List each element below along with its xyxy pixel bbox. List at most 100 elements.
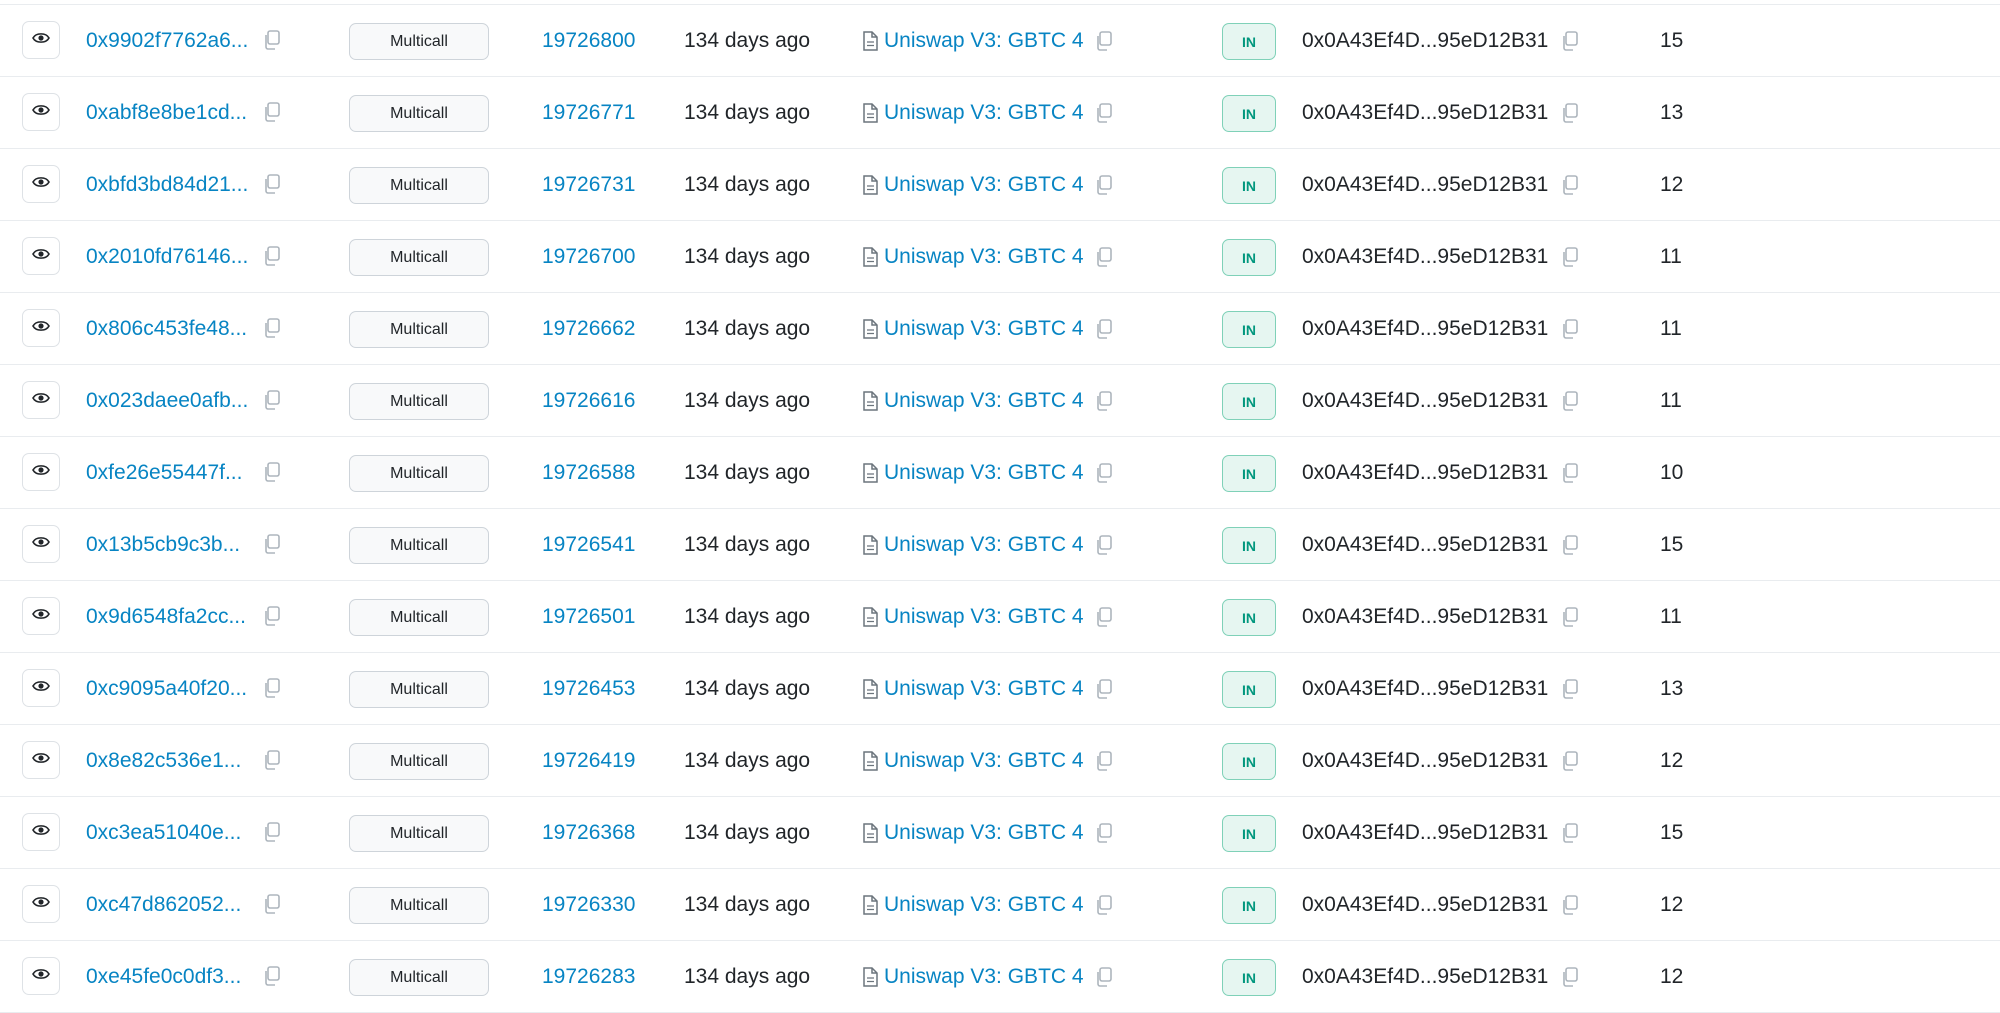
to-address-text[interactable]: 0x0A43Ef4D...95eD12B31 [1302, 965, 1548, 989]
from-contract-link[interactable]: Uniswap V3: GBTC 4 [884, 29, 1084, 53]
block-link[interactable]: 19726800 [542, 29, 635, 53]
view-details-button[interactable] [22, 381, 60, 419]
block-link[interactable]: 19726501 [542, 605, 635, 629]
to-address-text[interactable]: 0x0A43Ef4D...95eD12B31 [1302, 749, 1548, 773]
view-details-button[interactable] [22, 957, 60, 995]
tx-hash-link[interactable]: 0x9902f7762a6... [86, 29, 248, 53]
to-address-text[interactable]: 0x0A43Ef4D...95eD12B31 [1302, 677, 1548, 701]
tx-hash-link[interactable]: 0xfe26e55447f... [86, 461, 242, 485]
to-address-text[interactable]: 0x0A43Ef4D...95eD12B31 [1302, 605, 1548, 629]
from-contract-link[interactable]: Uniswap V3: GBTC 4 [884, 677, 1084, 701]
copy-icon[interactable] [262, 749, 282, 771]
tx-hash-link[interactable]: 0x2010fd76146... [86, 245, 248, 269]
to-address-text[interactable]: 0x0A43Ef4D...95eD12B31 [1302, 821, 1548, 845]
block-link[interactable]: 19726616 [542, 389, 635, 413]
copy-icon[interactable] [1094, 30, 1114, 52]
copy-icon[interactable] [262, 317, 282, 339]
copy-icon[interactable] [1094, 390, 1114, 412]
tx-hash-link[interactable]: 0x8e82c536e1... [86, 749, 241, 773]
copy-icon[interactable] [262, 173, 282, 195]
copy-icon[interactable] [1094, 822, 1114, 844]
copy-icon[interactable] [262, 533, 282, 555]
copy-icon[interactable] [1560, 462, 1580, 484]
from-contract-link[interactable]: Uniswap V3: GBTC 4 [884, 389, 1084, 413]
to-address-text[interactable]: 0x0A43Ef4D...95eD12B31 [1302, 245, 1548, 269]
from-contract-link[interactable]: Uniswap V3: GBTC 4 [884, 461, 1084, 485]
from-contract-link[interactable]: Uniswap V3: GBTC 4 [884, 821, 1084, 845]
tx-hash-link[interactable]: 0x806c453fe48... [86, 317, 247, 341]
block-link[interactable]: 19726588 [542, 461, 635, 485]
view-details-button[interactable] [22, 453, 60, 491]
from-contract-link[interactable]: Uniswap V3: GBTC 4 [884, 605, 1084, 629]
from-contract-link[interactable]: Uniswap V3: GBTC 4 [884, 965, 1084, 989]
copy-icon[interactable] [1560, 894, 1580, 916]
block-link[interactable]: 19726662 [542, 317, 635, 341]
copy-icon[interactable] [1094, 246, 1114, 268]
to-address-text[interactable]: 0x0A43Ef4D...95eD12B31 [1302, 29, 1548, 53]
copy-icon[interactable] [1560, 102, 1580, 124]
to-address-text[interactable]: 0x0A43Ef4D...95eD12B31 [1302, 461, 1548, 485]
copy-icon[interactable] [262, 965, 282, 987]
to-address-text[interactable]: 0x0A43Ef4D...95eD12B31 [1302, 389, 1548, 413]
view-details-button[interactable] [22, 741, 60, 779]
to-address-text[interactable]: 0x0A43Ef4D...95eD12B31 [1302, 101, 1548, 125]
tx-hash-link[interactable]: 0x9d6548fa2cc... [86, 605, 246, 629]
copy-icon[interactable] [1560, 30, 1580, 52]
tx-hash-link[interactable]: 0xc47d862052... [86, 893, 241, 917]
block-link[interactable]: 19726700 [542, 245, 635, 269]
tx-hash-link[interactable]: 0x13b5cb9c3b... [86, 533, 240, 557]
tx-hash-link[interactable]: 0xc9095a40f20... [86, 677, 247, 701]
view-details-button[interactable] [22, 885, 60, 923]
copy-icon[interactable] [1560, 390, 1580, 412]
block-link[interactable]: 19726771 [542, 101, 635, 125]
copy-icon[interactable] [262, 605, 282, 627]
view-details-button[interactable] [22, 165, 60, 203]
tx-hash-link[interactable]: 0xc3ea51040e... [86, 821, 241, 845]
block-link[interactable]: 19726731 [542, 173, 635, 197]
from-contract-link[interactable]: Uniswap V3: GBTC 4 [884, 101, 1084, 125]
copy-icon[interactable] [1560, 318, 1580, 340]
copy-icon[interactable] [262, 101, 282, 123]
from-contract-link[interactable]: Uniswap V3: GBTC 4 [884, 173, 1084, 197]
block-link[interactable]: 19726419 [542, 749, 635, 773]
block-link[interactable]: 19726283 [542, 965, 635, 989]
copy-icon[interactable] [1094, 966, 1114, 988]
copy-icon[interactable] [262, 245, 282, 267]
view-details-button[interactable] [22, 237, 60, 275]
copy-icon[interactable] [262, 389, 282, 411]
to-address-text[interactable]: 0x0A43Ef4D...95eD12B31 [1302, 893, 1548, 917]
tx-hash-link[interactable]: 0xabf8e8be1cd... [86, 101, 247, 125]
copy-icon[interactable] [1560, 966, 1580, 988]
tx-hash-link[interactable]: 0x023daee0afb... [86, 389, 248, 413]
block-link[interactable]: 19726453 [542, 677, 635, 701]
copy-icon[interactable] [262, 821, 282, 843]
from-contract-link[interactable]: Uniswap V3: GBTC 4 [884, 245, 1084, 269]
block-link[interactable]: 19726541 [542, 533, 635, 557]
to-address-text[interactable]: 0x0A43Ef4D...95eD12B31 [1302, 173, 1548, 197]
to-address-text[interactable]: 0x0A43Ef4D...95eD12B31 [1302, 533, 1548, 557]
block-link[interactable]: 19726368 [542, 821, 635, 845]
from-contract-link[interactable]: Uniswap V3: GBTC 4 [884, 317, 1084, 341]
from-contract-link[interactable]: Uniswap V3: GBTC 4 [884, 533, 1084, 557]
copy-icon[interactable] [1094, 894, 1114, 916]
view-details-button[interactable] [22, 309, 60, 347]
copy-icon[interactable] [1560, 174, 1580, 196]
copy-icon[interactable] [262, 29, 282, 51]
copy-icon[interactable] [1560, 822, 1580, 844]
view-details-button[interactable] [22, 525, 60, 563]
copy-icon[interactable] [1094, 318, 1114, 340]
copy-icon[interactable] [1560, 750, 1580, 772]
tx-hash-link[interactable]: 0xe45fe0c0df3... [86, 965, 241, 989]
from-contract-link[interactable]: Uniswap V3: GBTC 4 [884, 749, 1084, 773]
copy-icon[interactable] [1094, 678, 1114, 700]
view-details-button[interactable] [22, 93, 60, 131]
view-details-button[interactable] [22, 21, 60, 59]
copy-icon[interactable] [1560, 606, 1580, 628]
from-contract-link[interactable]: Uniswap V3: GBTC 4 [884, 893, 1084, 917]
copy-icon[interactable] [1094, 102, 1114, 124]
copy-icon[interactable] [1560, 678, 1580, 700]
copy-icon[interactable] [1094, 606, 1114, 628]
block-link[interactable]: 19726330 [542, 893, 635, 917]
copy-icon[interactable] [1560, 534, 1580, 556]
copy-icon[interactable] [262, 677, 282, 699]
